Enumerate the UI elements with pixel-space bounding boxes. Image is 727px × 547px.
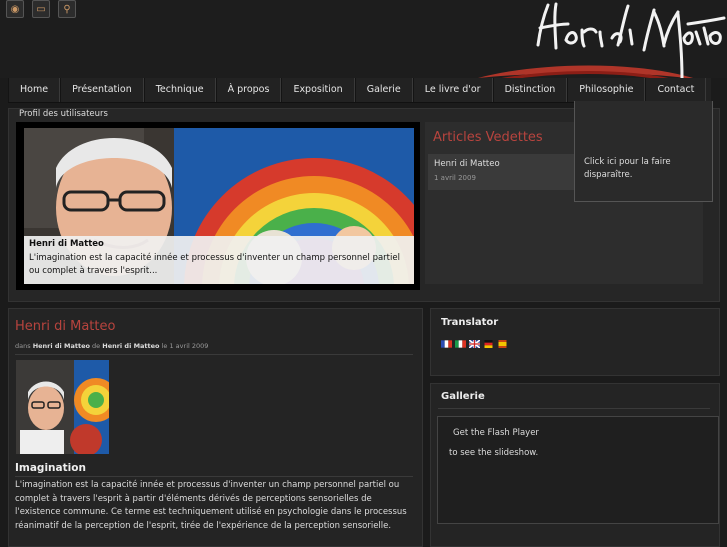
post-body: L'imagination est la capacité innée et p… — [15, 480, 407, 531]
nav-home[interactable]: Home — [8, 78, 61, 102]
caption-text: L'imagination est la capacité innée et p… — [29, 253, 400, 276]
nav-a-propos[interactable]: À propos — [215, 78, 282, 102]
meta-category[interactable]: Henri di Matteo — [33, 342, 90, 350]
post-thumbnail[interactable] — [16, 360, 109, 454]
header-icons: ◉ ▭ ⚲ — [6, 0, 76, 18]
featured-label: Profil des utilisateurs — [19, 109, 108, 119]
meta-date: 1 avril 2009 — [169, 342, 209, 350]
gallery-divider — [438, 408, 710, 409]
nav-livre-dor[interactable]: Le livre d'or — [412, 78, 493, 102]
nav-presentation[interactable]: Présentation — [60, 78, 144, 102]
nav-exposition[interactable]: Exposition — [281, 78, 355, 102]
rss-icon[interactable]: ◉ — [6, 0, 24, 18]
flag-it-icon[interactable] — [455, 340, 466, 348]
flag-fr-icon[interactable] — [441, 340, 452, 348]
translator-title: Translator — [441, 317, 499, 328]
site-logo[interactable] — [478, 0, 727, 86]
meta-le: le — [161, 342, 168, 350]
nav-technique[interactable]: Technique — [143, 78, 216, 102]
main-nav: Home Présentation Technique À propos Exp… — [8, 78, 711, 103]
post-heading: Imagination — [15, 462, 86, 474]
articles-title: Articles Vedettes — [433, 130, 543, 145]
flash-player-link[interactable]: Get the Flash Player — [453, 428, 539, 438]
meta-de: de — [92, 342, 101, 350]
search-icon[interactable]: ⚲ — [58, 0, 76, 18]
flag-es-icon[interactable] — [497, 340, 508, 348]
translator-flags — [441, 340, 508, 348]
slideshow-text: to see the slideshow. — [449, 448, 539, 458]
folder-icon[interactable]: ▭ — [32, 0, 50, 18]
featured-caption[interactable]: Henri di Matteo L'imagination est la cap… — [24, 236, 414, 284]
nav-contact[interactable]: Contact — [645, 78, 707, 102]
post-heading-divider — [15, 476, 413, 477]
gallery-title: Gallerie — [441, 391, 485, 402]
caption-title: Henri di Matteo — [29, 239, 104, 249]
meta-dans: dans — [15, 342, 31, 350]
article-date: 1 avril 2009 — [434, 174, 476, 182]
post-meta: dans Henri di Matteo de Henri di Matteo … — [15, 342, 208, 350]
nav-galerie[interactable]: Galerie — [354, 78, 413, 102]
flag-en-icon[interactable] — [469, 340, 480, 348]
post-title[interactable]: Henri di Matteo — [15, 319, 115, 334]
info-popup[interactable]: Click ici pour la faire disparaître. — [574, 101, 713, 202]
meta-author[interactable]: Henri di Matteo — [102, 342, 159, 350]
article-name[interactable]: Henri di Matteo — [434, 159, 500, 169]
nav-distinction[interactable]: Distinction — [492, 78, 568, 102]
flag-de-icon[interactable] — [483, 340, 494, 348]
popup-text[interactable]: Click ici pour la faire disparaître. — [584, 156, 704, 182]
post-divider — [15, 354, 413, 355]
nav-philosophie[interactable]: Philosophie — [567, 78, 646, 102]
